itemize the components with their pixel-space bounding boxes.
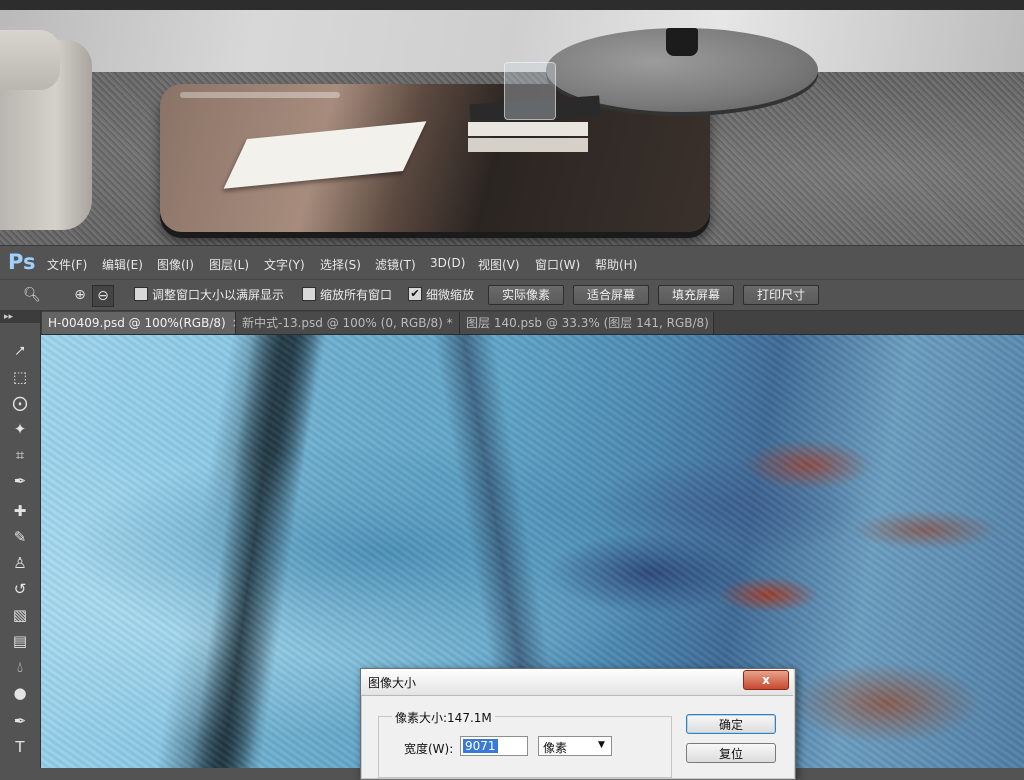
marquee-icon[interactable]: ⬚	[6, 365, 34, 389]
zoom-in-icon[interactable]: ⊕	[70, 285, 90, 305]
width-unit-value: 像素	[543, 741, 568, 755]
scrubby-zoom-checkbox[interactable]: ✔	[408, 287, 422, 301]
healing-brush-icon[interactable]: ✚	[6, 499, 34, 523]
menu-filter[interactable]: 滤镜(T)	[375, 256, 416, 273]
chevron-down-icon[interactable]: ▼	[598, 740, 605, 750]
reset-button[interactable]: 复位	[686, 743, 776, 763]
zoom-out-icon[interactable]: ⊖	[92, 285, 114, 307]
blur-icon[interactable]: 💧︎	[6, 655, 34, 679]
book-stack	[468, 138, 588, 152]
move-icon[interactable]: ⭧	[6, 339, 34, 363]
tab-document-1[interactable]: H-00409.psd @ 100%(RGB/8)×	[42, 312, 236, 334]
book-stack	[468, 122, 588, 136]
fill-screen-button[interactable]: 填充屏幕	[658, 285, 734, 305]
pen-icon[interactable]: ✒	[6, 709, 34, 733]
print-size-button[interactable]: 打印尺寸	[743, 285, 819, 305]
panel-collapse-icon[interactable]: ▸▸	[0, 311, 40, 323]
menu-layer[interactable]: 图层(L)	[209, 256, 249, 273]
menu-3d[interactable]: 3D(D)	[430, 256, 465, 270]
gradient-icon[interactable]: ▤	[6, 629, 34, 653]
width-label: 宽度(W):	[404, 742, 454, 756]
zoom-all-windows-checkbox[interactable]	[302, 287, 316, 301]
resize-windows-checkbox[interactable]	[134, 287, 148, 301]
resize-windows-label: 调整窗口大小以满屏显示	[152, 288, 285, 302]
eraser-icon[interactable]: ▧	[6, 603, 34, 627]
eyedropper-icon[interactable]: ✒	[6, 469, 34, 493]
photoshop-logo: Ps	[8, 250, 36, 274]
sofa-arm	[0, 30, 60, 90]
width-value: 9071	[463, 739, 498, 753]
crop-icon[interactable]: ⌗	[6, 443, 34, 467]
fit-screen-button[interactable]: 适合屏幕	[573, 285, 649, 305]
zoom-tool-icon[interactable]: 🔍︎	[22, 285, 42, 305]
type-icon[interactable]: T	[6, 735, 34, 759]
actual-pixels-button[interactable]: 实际像素	[488, 285, 564, 305]
menu-image[interactable]: 图像(I)	[157, 256, 194, 273]
brush-icon[interactable]: ✎	[6, 525, 34, 549]
scrubby-zoom-label: 细微缩放	[426, 288, 475, 302]
menu-view[interactable]: 视图(V)	[478, 256, 520, 273]
magic-wand-icon[interactable]: ✦	[6, 417, 34, 441]
drinking-glass	[504, 62, 556, 120]
history-brush-icon[interactable]: ↺	[6, 577, 34, 601]
tab-label: H-00409.psd @ 100%(RGB/8)	[48, 316, 226, 330]
menu-type[interactable]: 文字(Y)	[264, 256, 305, 273]
menu-help[interactable]: 帮助(H)	[595, 256, 637, 273]
stamp-icon[interactable]: ♙	[6, 551, 34, 575]
pixel-dimensions-label: 像素大小:147.1M	[392, 709, 495, 726]
dialog-title: 图像大小	[368, 676, 417, 690]
cup	[666, 28, 698, 56]
room-scene-photo	[0, 0, 1024, 245]
menu-file[interactable]: 文件(F)	[47, 256, 87, 273]
tab-document-3[interactable]: 图层 140.psb @ 33.3% (图层 141, RGB/8)×	[460, 312, 714, 334]
wall-top-trim	[0, 0, 1024, 10]
dialog-close-button[interactable]: x	[743, 670, 789, 690]
dialog-titlebar[interactable]	[361, 669, 793, 696]
tab-document-2[interactable]: 新中式-13.psd @ 100% (0, RGB/8) *×	[236, 312, 460, 334]
tab-label: 图层 140.psb @ 33.3% (图层 141, RGB/8)	[466, 316, 709, 330]
table-reflection	[180, 92, 340, 98]
menu-window[interactable]: 窗口(W)	[535, 256, 580, 273]
menu-select[interactable]: 选择(S)	[320, 256, 361, 273]
dodge-icon[interactable]: ●	[6, 681, 34, 705]
lasso-icon[interactable]: ⨀	[6, 391, 34, 415]
tab-label: 新中式-13.psd @ 100% (0, RGB/8) *	[242, 316, 453, 330]
ok-button[interactable]: 确定	[686, 714, 776, 734]
zoom-all-windows-label: 缩放所有窗口	[320, 288, 393, 302]
menu-edit[interactable]: 编辑(E)	[102, 256, 143, 273]
